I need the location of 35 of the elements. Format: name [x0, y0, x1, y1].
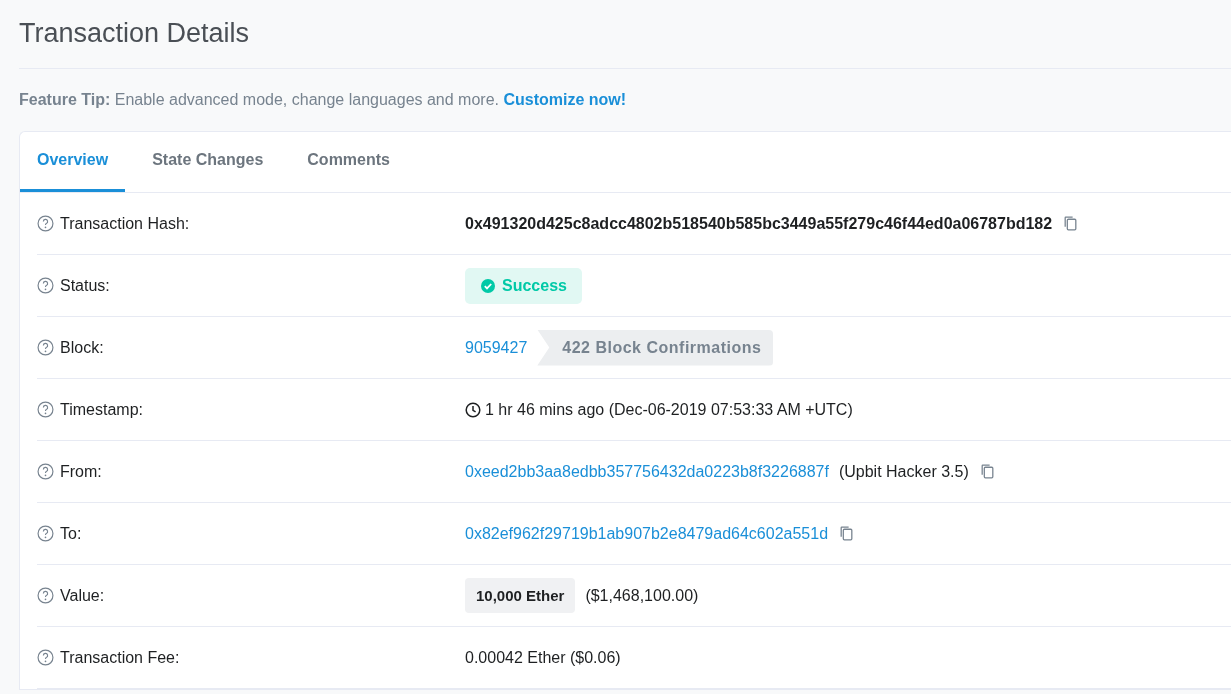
- help-icon: [37, 401, 54, 418]
- field-label: Timestamp:: [60, 400, 143, 419]
- block-link[interactable]: 9059427: [465, 338, 528, 357]
- help-icon: [37, 215, 54, 232]
- fee-text: 0.00042 Ether ($0.06): [465, 648, 621, 667]
- tab[interactable]: Comments: [290, 132, 407, 192]
- address-link[interactable]: 0xeed2bb3aa8edbb357756432da0223b8f3226887f: [465, 462, 829, 481]
- help-icon: [37, 463, 54, 480]
- address-tag: (Upbit Hacker 3.5): [838, 462, 969, 481]
- transaction-hash: 0x491320d425c8adcc4802b518540b585bc3449a55f279c46f44ed0a06787bd182: [465, 214, 1053, 233]
- tab[interactable]: Overview: [20, 132, 126, 192]
- field-label: Transaction Fee:: [60, 648, 180, 667]
- field-label: To:: [60, 524, 82, 543]
- customize-link[interactable]: Customize now!: [503, 91, 627, 108]
- help-icon: [37, 525, 54, 542]
- feature-tip: Feature Tip: Enable advanced mode, change languages and more. Customize now!: [19, 90, 628, 110]
- field-label: Value:: [60, 586, 105, 605]
- timestamp-text: 1 hr 46 mins ago (Dec-06-2019 07:53:33 AM +UTC): [485, 400, 853, 419]
- field-label: Transaction Hash:: [60, 214, 190, 233]
- status-text: Success: [502, 276, 567, 295]
- help-icon: [37, 649, 54, 666]
- help-icon: [37, 339, 54, 356]
- field-label: Block:: [60, 338, 104, 357]
- address-link[interactable]: 0x82ef962f29719b1ab907b2e8479ad64c602a551d: [465, 524, 829, 543]
- field-label: Status:: [60, 276, 110, 295]
- confirmations-badge: 422 Block Confirmations: [537, 329, 774, 366]
- page-title: Transaction Details: [19, 17, 251, 50]
- field-label: From:: [60, 462, 102, 481]
- clock-icon: [465, 401, 481, 418]
- tab[interactable]: State Changes: [135, 132, 281, 192]
- help-icon: [37, 587, 54, 604]
- help-icon: [37, 277, 54, 294]
- amount-badge: 10,000 Ether: [465, 578, 576, 613]
- check-circle-icon: [480, 277, 496, 294]
- usd-value: ($1,468,100.00): [585, 586, 699, 605]
